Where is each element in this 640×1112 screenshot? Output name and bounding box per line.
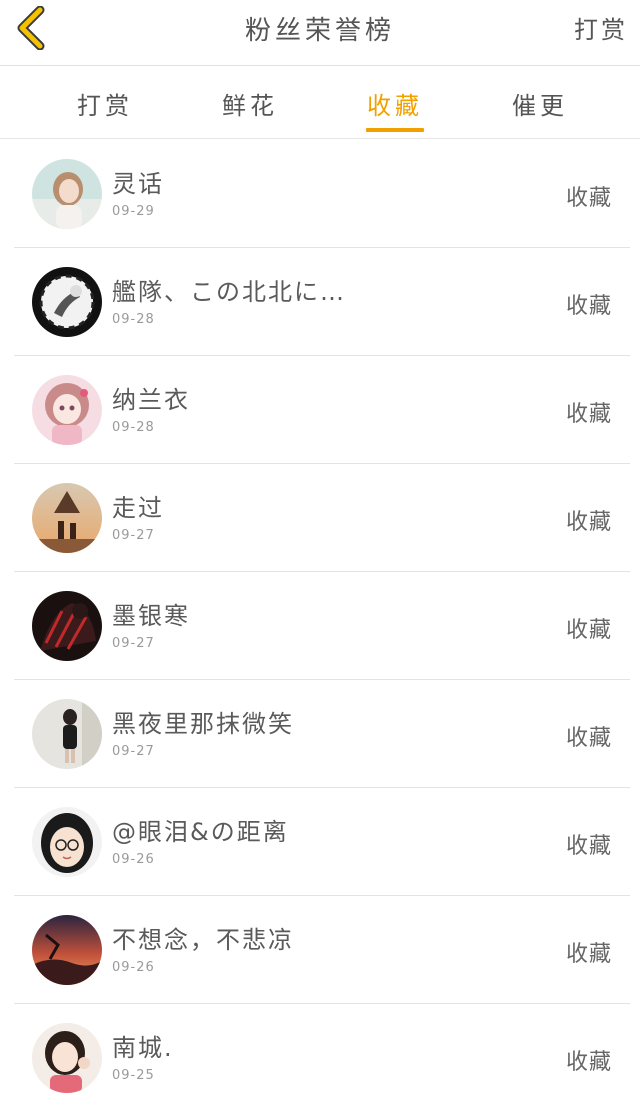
action-label: 收藏 [565, 618, 612, 643]
reward-button[interactable]: 打赏 [574, 10, 628, 45]
tab-bar: 打赏 鲜花 收藏 催更 [0, 67, 640, 139]
app-header: 粉丝荣誉榜 打赏 [0, 0, 640, 66]
avatar [32, 159, 102, 229]
fan-name: 黑夜里那抹微笑 [112, 710, 294, 738]
action-label: 收藏 [565, 834, 612, 859]
avatar [32, 267, 102, 337]
fan-name: 走过 [112, 494, 164, 522]
avatar [32, 375, 102, 445]
fan-date: 09-26 [112, 960, 155, 975]
tab-flowers[interactable]: 鲜花 [190, 67, 310, 139]
list-item[interactable]: 不想念，不悲凉 09-26 收藏 [0, 896, 640, 1004]
fan-date: 09-28 [112, 312, 155, 327]
active-tab-indicator [366, 128, 424, 132]
fan-date: 09-25 [112, 1068, 155, 1083]
avatar [32, 483, 102, 553]
fan-name: @眼泪&の距离 [112, 818, 289, 846]
action-label: 收藏 [565, 402, 612, 427]
action-label: 收藏 [565, 510, 612, 535]
fan-name: 不想念，不悲凉 [112, 926, 294, 954]
avatar [32, 915, 102, 985]
fan-date: 09-27 [112, 636, 155, 651]
fan-date: 09-28 [112, 420, 155, 435]
page-title: 粉丝荣誉榜 [244, 16, 395, 46]
fan-name: 艦隊、この北北に… [112, 278, 346, 306]
action-label: 收藏 [565, 186, 612, 211]
list-item[interactable]: @眼泪&の距离 09-26 收藏 [0, 788, 640, 896]
fan-list: 灵话 09-29 收藏 艦隊、この北北に… 09-28 收藏 纳兰衣 09-28… [0, 140, 640, 1112]
fan-date: 09-26 [112, 852, 155, 867]
avatar [32, 699, 102, 769]
action-label: 收藏 [565, 942, 612, 967]
fan-name: 南城. [112, 1034, 174, 1062]
list-item[interactable]: 灵话 09-29 收藏 [0, 140, 640, 248]
list-item[interactable]: 艦隊、この北北に… 09-28 收藏 [0, 248, 640, 356]
fan-date: 09-27 [112, 744, 155, 759]
avatar [32, 807, 102, 877]
tab-reward[interactable]: 打赏 [45, 67, 165, 139]
action-label: 收藏 [565, 726, 612, 751]
avatar [32, 1023, 102, 1093]
list-item[interactable]: 南城. 09-25 收藏 [0, 1004, 640, 1112]
action-label: 收藏 [565, 1050, 612, 1075]
fan-date: 09-27 [112, 528, 155, 543]
list-item[interactable]: 墨银寒 09-27 收藏 [0, 572, 640, 680]
fan-name: 灵话 [112, 170, 164, 198]
tab-urge-update[interactable]: 催更 [480, 67, 600, 139]
fan-name: 墨银寒 [112, 602, 190, 630]
action-label: 收藏 [565, 294, 612, 319]
fan-date: 09-29 [112, 204, 155, 219]
avatar [32, 591, 102, 661]
list-item[interactable]: 走过 09-27 收藏 [0, 464, 640, 572]
list-item[interactable]: 黑夜里那抹微笑 09-27 收藏 [0, 680, 640, 788]
fan-name: 纳兰衣 [112, 386, 190, 414]
list-item[interactable]: 纳兰衣 09-28 收藏 [0, 356, 640, 464]
